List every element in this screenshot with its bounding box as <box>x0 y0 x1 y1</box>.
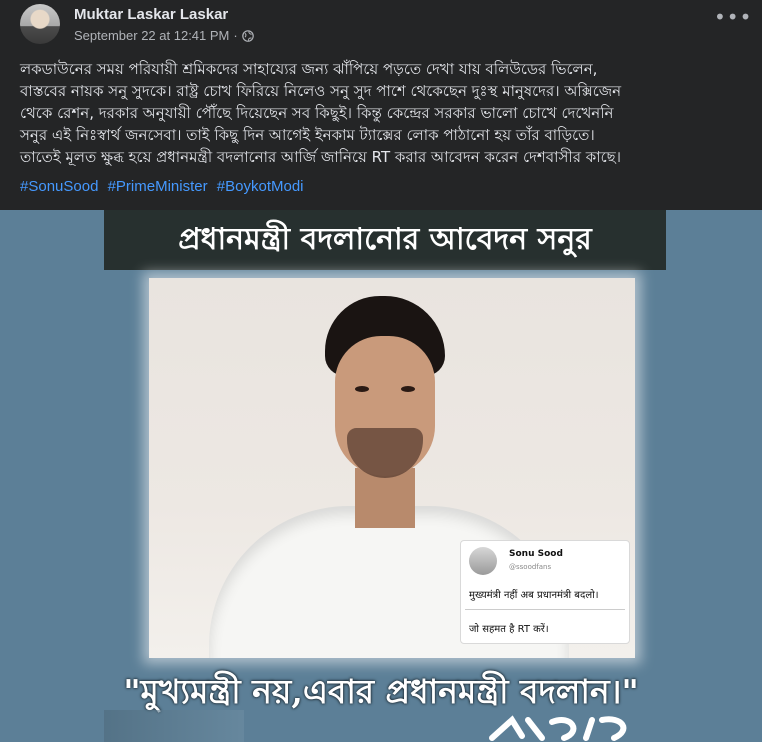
post-image[interactable]: প্রধানমন্ত্রী বদলানোর আবেদন সনুর Sonu So… <box>0 210 762 742</box>
hashtag-link[interactable]: #PrimeMinister <box>108 178 208 195</box>
post-meta: September 22 at 12:41 PM · <box>74 28 254 43</box>
tweet-avatar <box>469 547 497 575</box>
post-body-line: লকডাউনের সময় পরিযায়ী শ্রমিকদের সাহায্য… <box>20 60 598 78</box>
tweet-card: Sonu Sood @ssoodfans मुख्यमंत्री नहीं अब… <box>460 540 630 644</box>
post-body: লকডাউনের সময় পরিযায়ী শ্রমিকদের সাহায্য… <box>20 58 746 168</box>
author-name[interactable]: Muktar Laskar Laskar <box>74 6 228 23</box>
post-header: Muktar Laskar Laskar September 22 at 12:… <box>0 0 762 56</box>
timestamp[interactable]: September 22 at 12:41 PM <box>74 28 229 43</box>
avatar[interactable] <box>20 4 60 44</box>
post-body-line: থেকে রেশন, দরকার অনুযায়ী পৌঁছে দিয়েছেন… <box>20 104 614 122</box>
image-banner-title: প্রধানমন্ত্রী বদলানোর আবেদন সনুর <box>104 210 666 270</box>
tweet-author-name: Sonu Sood <box>509 549 563 559</box>
post-body-line: সনুর এই নিঃস্বার্থ জনসেবা। তাই কিছু দিন … <box>20 126 595 144</box>
tweet-text-line: जो सहमत है RT करें। <box>469 624 549 635</box>
globe-icon <box>241 29 254 42</box>
hashtag-list: #SonuSood #PrimeMinister #BoykotModi <box>20 176 309 198</box>
hashtag-link[interactable]: #SonuSood <box>20 178 98 195</box>
meta-separator: · <box>233 28 238 43</box>
photo-eye <box>401 386 415 392</box>
photo-strip <box>104 710 244 742</box>
photo-eye <box>355 386 369 392</box>
post-body-line: বাস্তবের নায়ক সনু সুদকে। রাষ্ট্র চোখ ফি… <box>20 82 622 100</box>
signature-graphic <box>489 715 627 741</box>
hashtag-link[interactable]: #BoykotModi <box>217 178 304 195</box>
tweet-handle: @ssoodfans <box>509 563 552 571</box>
tweet-text-line: मुख्यमंत्री नहीं अब प्रधानमंत्री बदलो। <box>469 590 599 601</box>
tweet-divider <box>465 609 625 610</box>
post-body-line: তাতেই মূলত ক্ষুব্ধ হয়ে প্রধানমন্ত্রী বদ… <box>20 148 622 166</box>
more-options-button[interactable]: ••• <box>714 7 751 34</box>
